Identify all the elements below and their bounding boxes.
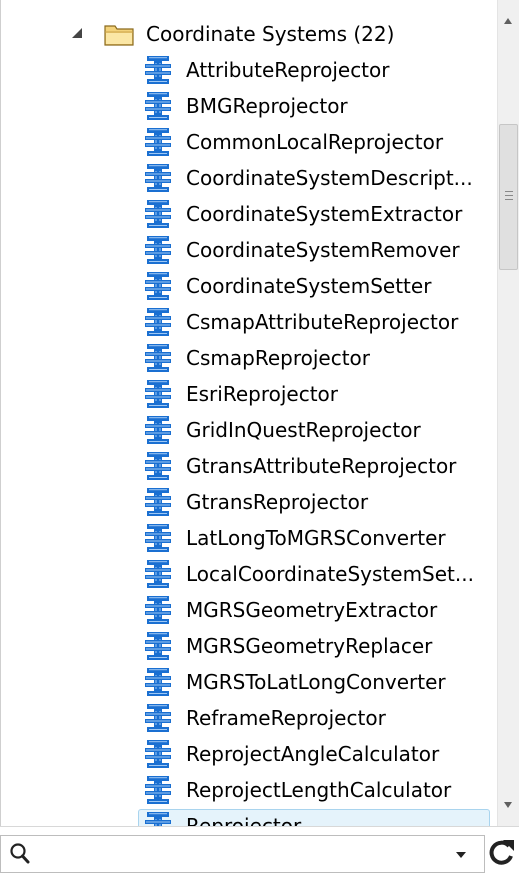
tree-item[interactable]: CoordinateSystemExtractor <box>0 196 496 232</box>
scroll-up-arrow-icon[interactable] <box>498 0 519 40</box>
transformer-icon <box>145 488 171 516</box>
dropdown-arrow-icon[interactable] <box>456 852 466 858</box>
tree-item[interactable]: ReframeReprojector <box>0 700 496 736</box>
tree-item-label: LocalCoordinateSystemSet... <box>186 562 474 586</box>
tree-item[interactable]: CoordinateSystemRemover <box>0 232 496 268</box>
search-bar <box>0 826 519 878</box>
transformer-icon <box>145 56 171 84</box>
transformer-icon <box>145 560 171 588</box>
tree-item-label: CoordinateSystemDescript... <box>186 166 473 190</box>
transformer-icon <box>145 380 171 408</box>
transformer-icon <box>145 740 171 768</box>
transformer-icon <box>145 236 171 264</box>
tree-item[interactable]: EsriReprojector <box>0 376 496 412</box>
tree-item-label: CsmapAttributeReprojector <box>186 310 459 334</box>
grip-icon <box>505 191 513 200</box>
tree-item[interactable]: MGRSToLatLongConverter <box>0 664 496 700</box>
tree-item-label: CommonLocalReprojector <box>186 130 444 154</box>
tree-item[interactable]: LatLongToMGRSConverter <box>0 520 496 556</box>
scroll-thumb[interactable] <box>499 124 518 270</box>
tree-item-label: GtransAttributeReprojector <box>186 454 457 478</box>
tree-item-label: CoordinateSystemSetter <box>186 274 432 298</box>
transformer-icon <box>145 524 171 552</box>
tree-item-label: ReframeReprojector <box>186 706 386 730</box>
tree-item-label: EsriReprojector <box>186 382 339 406</box>
tree-item-label: CoordinateSystemRemover <box>186 238 460 262</box>
tree-item-label: AttributeReprojector <box>186 58 390 82</box>
transformer-icon <box>145 308 171 336</box>
tree-item[interactable]: CsmapAttributeReprojector <box>0 304 496 340</box>
scroll-down-arrow-icon[interactable] <box>498 786 519 826</box>
tree-item[interactable]: ReprojectLengthCalculator <box>0 772 496 808</box>
transformer-icon <box>145 92 171 120</box>
transformer-icon <box>145 596 171 624</box>
transformer-tree[interactable]: Coordinate Systems (22) AttributeReproje… <box>0 0 519 826</box>
tree-item[interactable]: GtransReprojector <box>0 484 496 520</box>
tree-item[interactable]: MGRSGeometryExtractor <box>0 592 496 628</box>
transformer-icon <box>145 344 171 372</box>
transformer-icon <box>145 452 171 480</box>
tree-item-label: CsmapReprojector <box>186 346 370 370</box>
tree-item[interactable]: LocalCoordinateSystemSet... <box>0 556 496 592</box>
tree-item[interactable]: CoordinateSystemSetter <box>0 268 496 304</box>
tree-item-label: CoordinateSystemExtractor <box>186 202 463 226</box>
tree-item[interactable]: AttributeReprojector <box>0 52 496 88</box>
transformer-icon <box>145 128 171 156</box>
tree-folder-coordinate-systems[interactable]: Coordinate Systems (22) <box>0 16 496 52</box>
tree-item[interactable]: CoordinateSystemDescript... <box>0 160 496 196</box>
folder-icon <box>104 25 134 46</box>
tree-item[interactable]: MGRSGeometryReplacer <box>0 628 496 664</box>
tree-item[interactable]: CsmapReprojector <box>0 340 496 376</box>
tree-item-label: ReprojectAngleCalculator <box>186 742 440 766</box>
tree-item-label: MGRSGeometryReplacer <box>186 634 433 658</box>
transformer-icon <box>145 668 171 696</box>
transformer-icon <box>145 812 171 826</box>
tree-item-label: GtransReprojector <box>186 490 369 514</box>
tree-item-label: GridInQuestReprojector <box>186 418 421 442</box>
transformer-icon <box>145 200 171 228</box>
search-field[interactable] <box>0 835 485 873</box>
transformer-icon <box>145 272 171 300</box>
tree-item-label: MGRSToLatLongConverter <box>186 670 446 694</box>
transformer-icon <box>145 164 171 192</box>
tree-item[interactable]: Reprojector <box>0 808 496 826</box>
search-icon <box>10 843 30 864</box>
tree-item-label: ReprojectLengthCalculator <box>186 778 452 802</box>
tree-item-label: LatLongToMGRSConverter <box>186 526 446 550</box>
tree-item[interactable]: GtransAttributeReprojector <box>0 448 496 484</box>
tree-item-label: BMGReprojector <box>186 94 348 118</box>
tree-item-label: Reprojector <box>186 814 302 826</box>
refresh-icon[interactable] <box>487 836 517 870</box>
vertical-scrollbar[interactable] <box>497 0 519 826</box>
tree-item-label: MGRSGeometryExtractor <box>186 598 438 622</box>
tree-item[interactable]: GridInQuestReprojector <box>0 412 496 448</box>
transformer-icon <box>145 704 171 732</box>
collapse-triangle-icon[interactable] <box>72 28 82 38</box>
tree-item[interactable]: CommonLocalReprojector <box>0 124 496 160</box>
search-input[interactable] <box>37 840 441 870</box>
transformer-icon <box>145 776 171 804</box>
transformer-icon <box>145 416 171 444</box>
tree-item[interactable]: ReprojectAngleCalculator <box>0 736 496 772</box>
folder-label: Coordinate Systems (22) <box>146 22 395 46</box>
transformer-icon <box>145 632 171 660</box>
tree-item[interactable]: BMGReprojector <box>0 88 496 124</box>
